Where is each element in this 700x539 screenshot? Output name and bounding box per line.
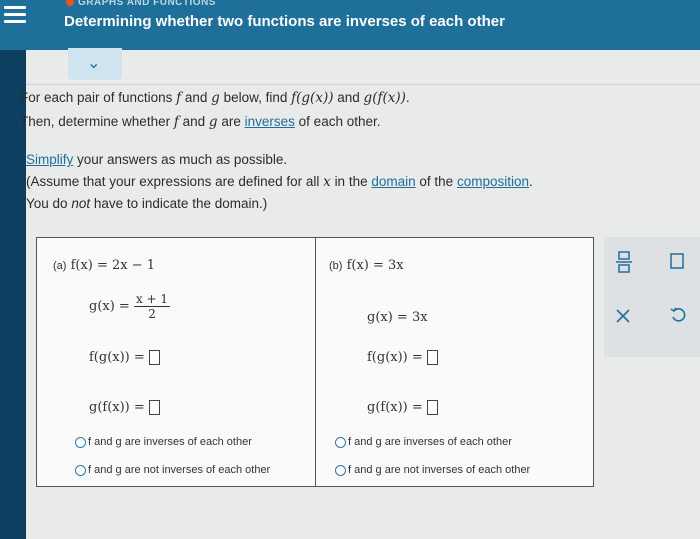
section-label-text: GRAPHS AND FUNCTIONS — [78, 0, 216, 8]
radio-icon[interactable] — [335, 436, 346, 448]
text: your answers as much as possible. — [77, 152, 288, 167]
undo-icon[interactable] — [670, 307, 686, 328]
part-a-fg-row: f(g(x)) = — [89, 350, 160, 365]
math-fgx: f(g(x)) — [291, 90, 334, 106]
part-b-f-definition: (b) f(x) = 3x — [329, 258, 404, 273]
text: (Assume that your expressions are define… — [26, 174, 320, 189]
inverses-link[interactable]: inverses — [245, 114, 295, 129]
divider — [26, 84, 700, 85]
math-g: g — [208, 114, 218, 130]
radio-label: f and g are not inverses of each other — [88, 464, 271, 476]
radio-icon[interactable] — [75, 436, 86, 448]
page-title: Determining whether two functions are in… — [64, 13, 505, 30]
radio-label: f and g are not inverses of each other — [348, 464, 531, 476]
part-b-fg-lhs: f(g(x)) = — [367, 350, 423, 365]
part-a-option-inverse[interactable]: f and g are inverses of each other — [75, 436, 252, 448]
part-b-gf-row: g(f(x)) = — [367, 400, 438, 415]
fraction-icon[interactable] — [616, 251, 632, 278]
domain-note-line: You do not have to indicate the domain.) — [26, 196, 267, 211]
simplify-line: Simplify your answers as much as possibl… — [26, 152, 287, 167]
section-dot-icon — [66, 0, 74, 7]
instruction-line-1: For each pair of functions f and g below… — [20, 90, 410, 106]
text: are — [221, 114, 241, 129]
part-b-f: f(x) = 3x — [346, 258, 404, 273]
assume-line: (Assume that your expressions are define… — [26, 174, 533, 190]
answer-table: (a) f(x) = 2x − 1 g(x) = x + 1 2 f(g(x))… — [36, 237, 594, 487]
x-icon[interactable] — [616, 309, 630, 328]
text: below, find — [223, 90, 288, 105]
radio-icon[interactable] — [75, 464, 86, 476]
part-b-option-not-inverse[interactable]: f and g are not inverses of each other — [335, 464, 530, 476]
part-a-g-lhs: g(x) = — [89, 299, 130, 314]
part-a-g-definition: g(x) = x + 1 2 — [89, 292, 171, 321]
part-b-gf-input[interactable] — [426, 400, 438, 415]
math-x: x — [323, 174, 331, 190]
instruction-line-2: Then, determine whether f and g are inve… — [20, 114, 380, 130]
math-f: f — [173, 114, 179, 130]
part-b-g: g(x) = 3x — [367, 310, 428, 325]
part-b-fg-row: f(g(x)) = — [367, 350, 438, 365]
math-g: g — [211, 90, 220, 106]
math-gfx: g(f(x)) — [363, 90, 406, 106]
fraction-denominator: 2 — [148, 307, 156, 321]
part-b-fg-input[interactable] — [426, 350, 438, 365]
part-a-f-definition: (a) f(x) = 2x − 1 — [53, 258, 155, 273]
chevron-down-icon: ⌄ — [87, 55, 101, 72]
part-a-gf-lhs: g(f(x)) = — [89, 400, 145, 415]
box-icon[interactable] — [670, 253, 684, 274]
text: have to indicate the domain.) — [93, 196, 268, 211]
text-not: not — [71, 196, 91, 211]
part-a-f: f(x) = 2x − 1 — [70, 258, 156, 273]
math-f: f — [176, 90, 182, 106]
radio-label: f and g are inverses of each other — [348, 436, 512, 448]
menu-icon[interactable] — [4, 2, 26, 24]
composition-link[interactable]: composition — [457, 174, 529, 189]
part-b-label: (b) — [329, 260, 343, 272]
text: You do — [26, 196, 68, 211]
part-a-option-not-inverse[interactable]: f and g are not inverses of each other — [75, 464, 270, 476]
text: and — [182, 114, 206, 129]
part-a-g-fraction: x + 1 2 — [133, 292, 171, 321]
part-a-gf-row: g(f(x)) = — [89, 400, 160, 415]
text: Then, determine whether — [20, 114, 171, 129]
top-bar: GRAPHS AND FUNCTIONS Determining whether… — [0, 0, 700, 50]
fraction-numerator: x + 1 — [133, 292, 171, 307]
expand-button[interactable]: ⌄ — [68, 48, 122, 80]
text: For each pair of functions — [20, 90, 173, 105]
simplify-link[interactable]: Simplify — [26, 152, 73, 167]
part-a-fg-input[interactable] — [148, 350, 160, 365]
text: of the — [419, 174, 454, 189]
text: and — [184, 90, 208, 105]
text: in the — [334, 174, 368, 189]
part-a-gf-input[interactable] — [148, 400, 160, 415]
radio-label: f and g are inverses of each other — [88, 436, 252, 448]
text: of each other. — [298, 114, 381, 129]
domain-link[interactable]: domain — [371, 174, 415, 189]
text: . — [529, 174, 533, 189]
part-a-fg-lhs: f(g(x)) = — [89, 350, 145, 365]
column-divider — [315, 238, 316, 486]
part-b-gf-lhs: g(f(x)) = — [367, 400, 423, 415]
math-toolbar — [604, 237, 700, 357]
problem-panel: ⌄ For each pair of functions f and g bel… — [20, 48, 700, 539]
part-b-option-inverse[interactable]: f and g are inverses of each other — [335, 436, 512, 448]
text: and — [337, 90, 360, 105]
part-b-g-definition: g(x) = 3x — [367, 310, 428, 325]
part-a-label: (a) — [53, 260, 67, 272]
section-label: GRAPHS AND FUNCTIONS — [66, 0, 216, 8]
radio-icon[interactable] — [335, 464, 346, 476]
